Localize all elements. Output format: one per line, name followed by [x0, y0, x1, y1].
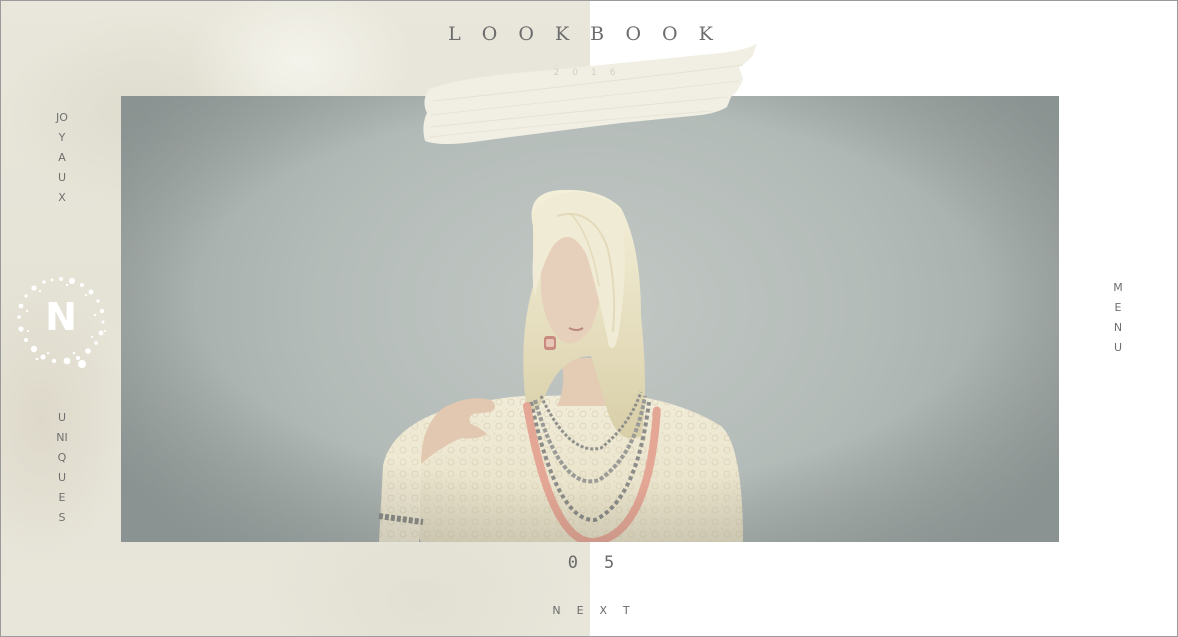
paint-brush-stroke [423, 43, 757, 144]
page-frame: LOOKBOOK 2016 JOYAUX N UNIQUES MENU 05 N… [0, 0, 1178, 637]
brand-logo[interactable]: N [12, 271, 110, 369]
lookbook-photo [121, 96, 1059, 542]
logo-letter: N [45, 295, 77, 339]
next-button[interactable]: NEXT [521, 604, 661, 617]
page-subtitle-year: 2016 [553, 68, 629, 78]
joyaux-vertical-label: JOYAUX [56, 111, 68, 204]
model-illustration [121, 96, 1059, 542]
menu-button[interactable]: MENU [1112, 278, 1124, 358]
uniques-vertical-label: UNIQUES [56, 411, 68, 524]
slide-counter: 05 [567, 553, 641, 573]
